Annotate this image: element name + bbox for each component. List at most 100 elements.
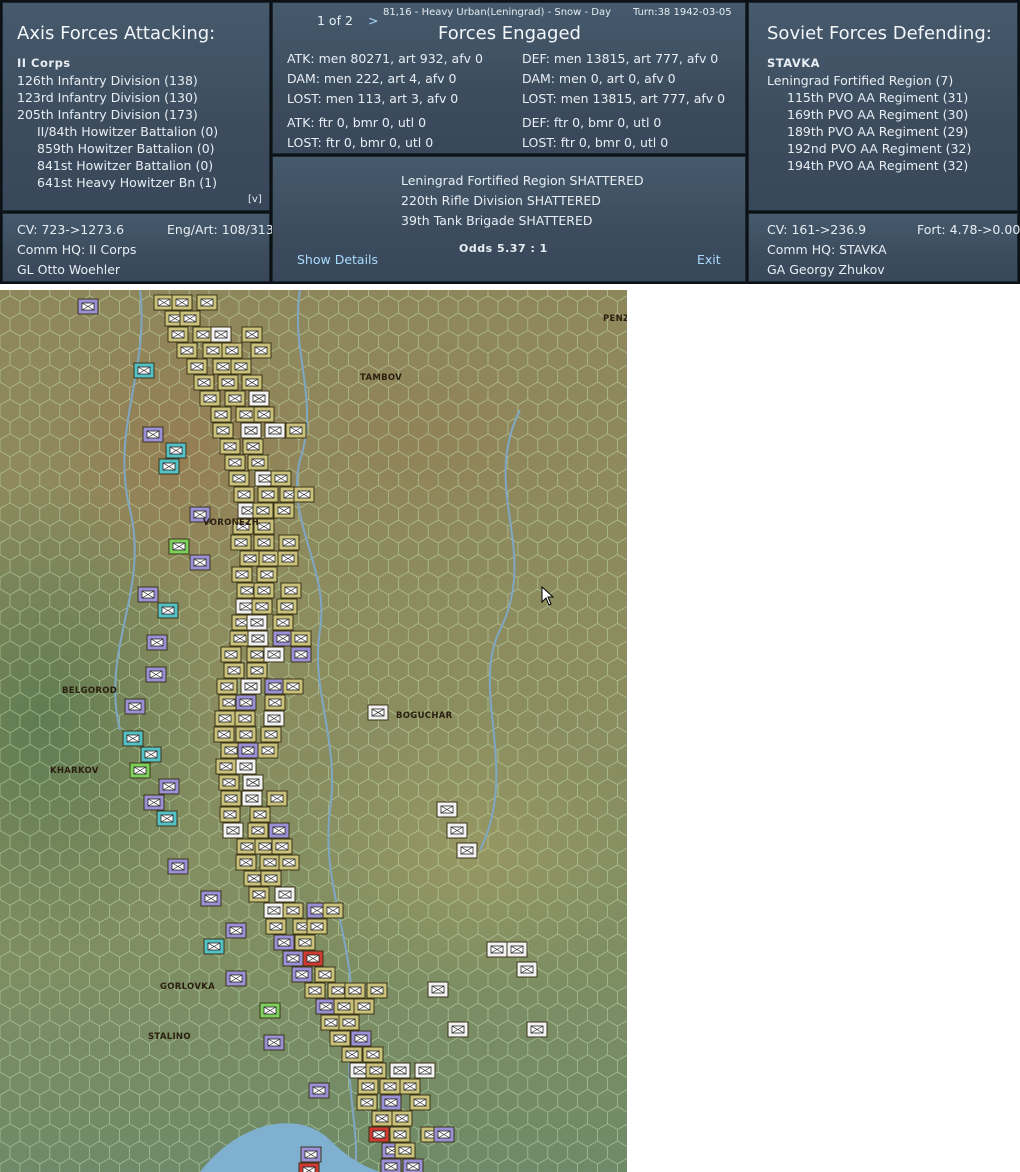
unit-counter[interactable] xyxy=(380,1094,402,1111)
unit-counter[interactable] xyxy=(282,678,304,695)
unit-counter[interactable] xyxy=(253,582,275,599)
unit-counter[interactable] xyxy=(357,1078,379,1095)
unit-counter[interactable] xyxy=(294,934,316,951)
unit-counter[interactable] xyxy=(216,678,238,695)
unit-counter[interactable] xyxy=(220,646,242,663)
unit-counter[interactable] xyxy=(402,1158,424,1172)
unit-counter[interactable] xyxy=(293,486,315,503)
soviet-unit[interactable]: 192nd PVO AA Regiment (32) xyxy=(787,141,971,156)
unit-counter[interactable] xyxy=(456,842,478,859)
unit-counter[interactable] xyxy=(251,598,273,615)
unit-counter[interactable] xyxy=(137,586,159,603)
unit-counter[interactable] xyxy=(192,326,214,343)
unit-counter[interactable] xyxy=(239,550,261,567)
unit-counter[interactable] xyxy=(266,790,288,807)
unit-counter[interactable] xyxy=(193,374,215,391)
unit-counter[interactable] xyxy=(260,870,282,887)
unit-counter[interactable] xyxy=(399,1078,421,1095)
unit-counter[interactable] xyxy=(179,310,201,327)
unit-counter[interactable] xyxy=(230,534,252,551)
unit-counter[interactable] xyxy=(217,374,239,391)
soviet-unit[interactable]: Leningrad Fortified Region (7) xyxy=(767,73,953,88)
unit-counter[interactable] xyxy=(235,758,257,775)
soviet-unit[interactable]: 169th PVO AA Regiment (30) xyxy=(787,107,968,122)
unit-counter[interactable] xyxy=(506,941,528,958)
unit-counter[interactable] xyxy=(158,458,180,475)
axis-unit[interactable]: II/84th Howitzer Battalion (0) xyxy=(37,124,218,139)
unit-counter[interactable] xyxy=(210,406,232,423)
unit-counter[interactable] xyxy=(225,970,247,987)
unit-counter[interactable] xyxy=(167,326,189,343)
unit-counter[interactable] xyxy=(252,502,274,519)
unit-counter[interactable] xyxy=(290,646,312,663)
unit-counter[interactable] xyxy=(221,342,243,359)
unit-counter[interactable] xyxy=(241,374,263,391)
unit-counter[interactable] xyxy=(304,982,326,999)
unit-counter[interactable] xyxy=(235,406,257,423)
unit-counter[interactable] xyxy=(253,406,275,423)
unit-counter[interactable] xyxy=(350,1030,372,1047)
unit-counter[interactable] xyxy=(314,966,336,983)
unit-counter[interactable] xyxy=(306,918,328,935)
unit-counter[interactable] xyxy=(228,470,250,487)
unit-counter[interactable] xyxy=(486,941,508,958)
unit-counter[interactable] xyxy=(273,934,295,951)
unit-counter[interactable] xyxy=(196,294,218,311)
axis-unit[interactable]: 641st Heavy Howitzer Bn (1) xyxy=(37,175,217,190)
unit-counter[interactable] xyxy=(264,694,286,711)
unit-counter[interactable] xyxy=(229,630,251,647)
unit-counter[interactable] xyxy=(240,678,262,695)
unit-counter[interactable] xyxy=(241,790,263,807)
axis-unit[interactable]: 859th Howitzer Battalion (0) xyxy=(37,141,215,156)
unit-counter[interactable] xyxy=(371,1110,393,1127)
axis-unit[interactable]: 205th Infantry Division (173) xyxy=(17,107,198,122)
next-page-button[interactable]: > xyxy=(368,13,378,28)
unit-counter[interactable] xyxy=(256,566,278,583)
unit-counter[interactable] xyxy=(146,634,168,651)
unit-counter[interactable] xyxy=(302,950,324,967)
unit-counter[interactable] xyxy=(341,1046,363,1063)
unit-counter[interactable] xyxy=(199,390,221,407)
unit-counter[interactable] xyxy=(247,822,269,839)
unit-counter[interactable] xyxy=(158,778,180,795)
unit-counter[interactable] xyxy=(168,538,190,555)
unit-counter[interactable] xyxy=(233,486,255,503)
unit-counter[interactable] xyxy=(394,1142,416,1159)
unit-counter[interactable] xyxy=(389,1062,411,1079)
unit-counter[interactable] xyxy=(250,342,272,359)
unit-counter[interactable] xyxy=(368,1126,390,1143)
unit-counter[interactable] xyxy=(186,358,208,375)
soviet-unit[interactable]: 115th PVO AA Regiment (31) xyxy=(787,90,968,105)
unit-counter[interactable] xyxy=(156,810,178,827)
unit-counter[interactable] xyxy=(189,554,211,571)
unit-counter[interactable] xyxy=(315,998,337,1015)
unit-counter[interactable] xyxy=(291,966,313,983)
unit-counter[interactable] xyxy=(171,294,193,311)
unit-counter[interactable] xyxy=(219,806,241,823)
unit-counter[interactable] xyxy=(320,1014,342,1031)
unit-counter[interactable] xyxy=(356,1094,378,1111)
unit-counter[interactable] xyxy=(380,1158,402,1172)
unit-counter[interactable] xyxy=(272,614,294,631)
axis-unit[interactable]: 841st Howitzer Battalion (0) xyxy=(37,158,213,173)
unit-counter[interactable] xyxy=(242,438,264,455)
unit-counter[interactable] xyxy=(237,742,259,759)
unit-counter[interactable] xyxy=(259,1002,281,1019)
unit-counter[interactable] xyxy=(263,902,285,919)
unit-counter[interactable] xyxy=(214,710,236,727)
unit-counter[interactable] xyxy=(274,886,296,903)
unit-counter[interactable] xyxy=(273,502,295,519)
unit-counter[interactable] xyxy=(153,294,175,311)
unit-counter[interactable] xyxy=(230,358,252,375)
unit-counter[interactable] xyxy=(257,486,279,503)
unit-counter[interactable] xyxy=(225,922,247,939)
unit-counter[interactable] xyxy=(235,694,257,711)
unit-counter[interactable] xyxy=(433,1126,455,1143)
unit-counter[interactable] xyxy=(222,822,244,839)
unit-counter[interactable] xyxy=(264,422,286,439)
unit-counter[interactable] xyxy=(277,550,299,567)
unit-counter[interactable] xyxy=(263,1034,285,1051)
unit-counter[interactable] xyxy=(219,438,241,455)
unit-counter[interactable] xyxy=(241,326,263,343)
unit-counter[interactable] xyxy=(202,342,224,359)
